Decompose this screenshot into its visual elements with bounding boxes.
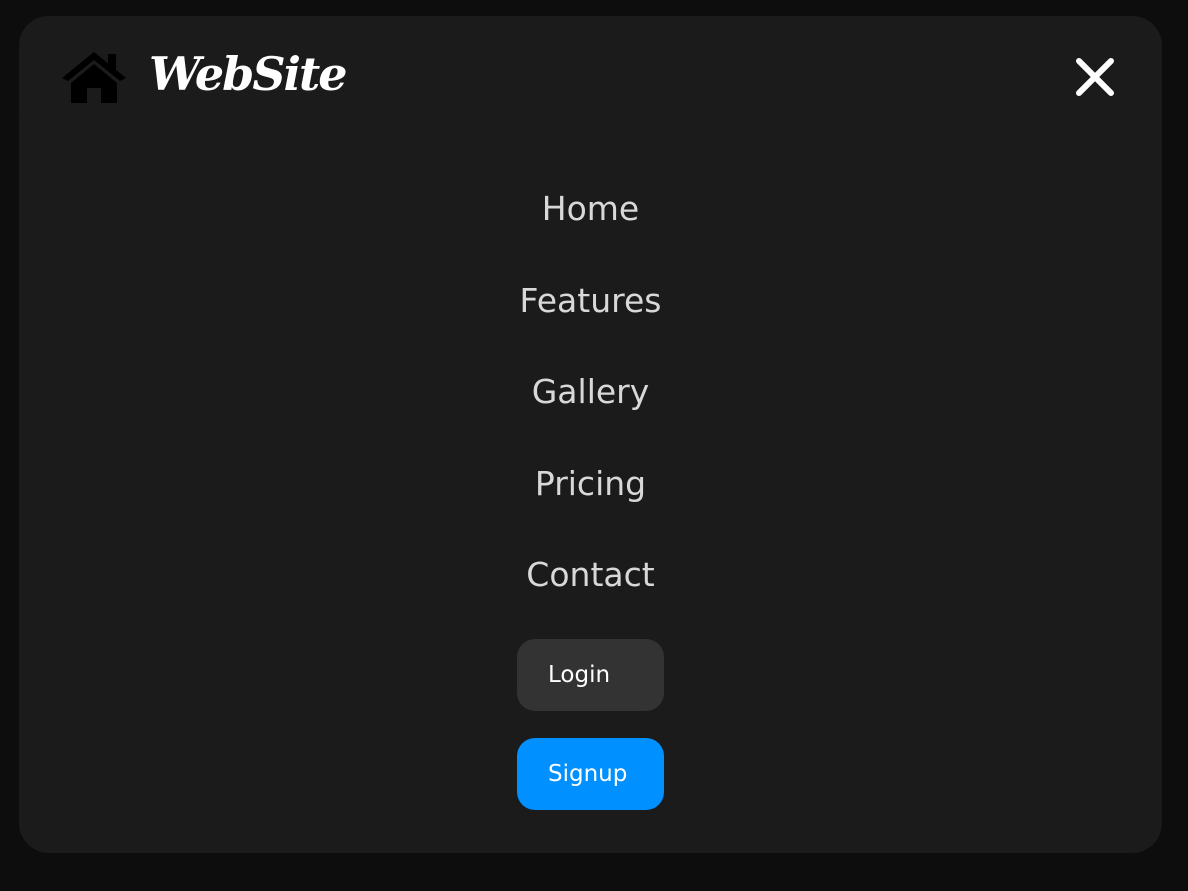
nav-item-features: Features <box>19 268 1162 360</box>
nav-link-home[interactable]: Home <box>542 176 639 242</box>
nav-link-features[interactable]: Features <box>520 268 662 334</box>
nav-link-gallery[interactable]: Gallery <box>532 359 650 425</box>
mobile-menu-panel: WebSite Home Features Gallery Pricing Co… <box>19 16 1162 853</box>
nav-item-contact: Contact <box>19 542 1162 634</box>
signup-button[interactable]: Signup <box>517 738 664 810</box>
nav-link-contact[interactable]: Contact <box>526 542 654 608</box>
panel-body-top <box>19 138 1162 158</box>
brand-name[interactable]: WebSite <box>149 44 348 104</box>
header-bar: WebSite <box>19 16 1162 138</box>
nav-item-home: Home <box>19 176 1162 268</box>
nav-menu: Home Features Gallery Pricing Contact <box>19 176 1162 634</box>
nav-item-pricing: Pricing <box>19 451 1162 543</box>
home-icon[interactable] <box>62 50 126 104</box>
login-button[interactable]: Login <box>517 639 664 711</box>
nav-link-pricing[interactable]: Pricing <box>535 451 646 517</box>
close-icon[interactable] <box>1072 54 1118 100</box>
nav-item-gallery: Gallery <box>19 359 1162 451</box>
